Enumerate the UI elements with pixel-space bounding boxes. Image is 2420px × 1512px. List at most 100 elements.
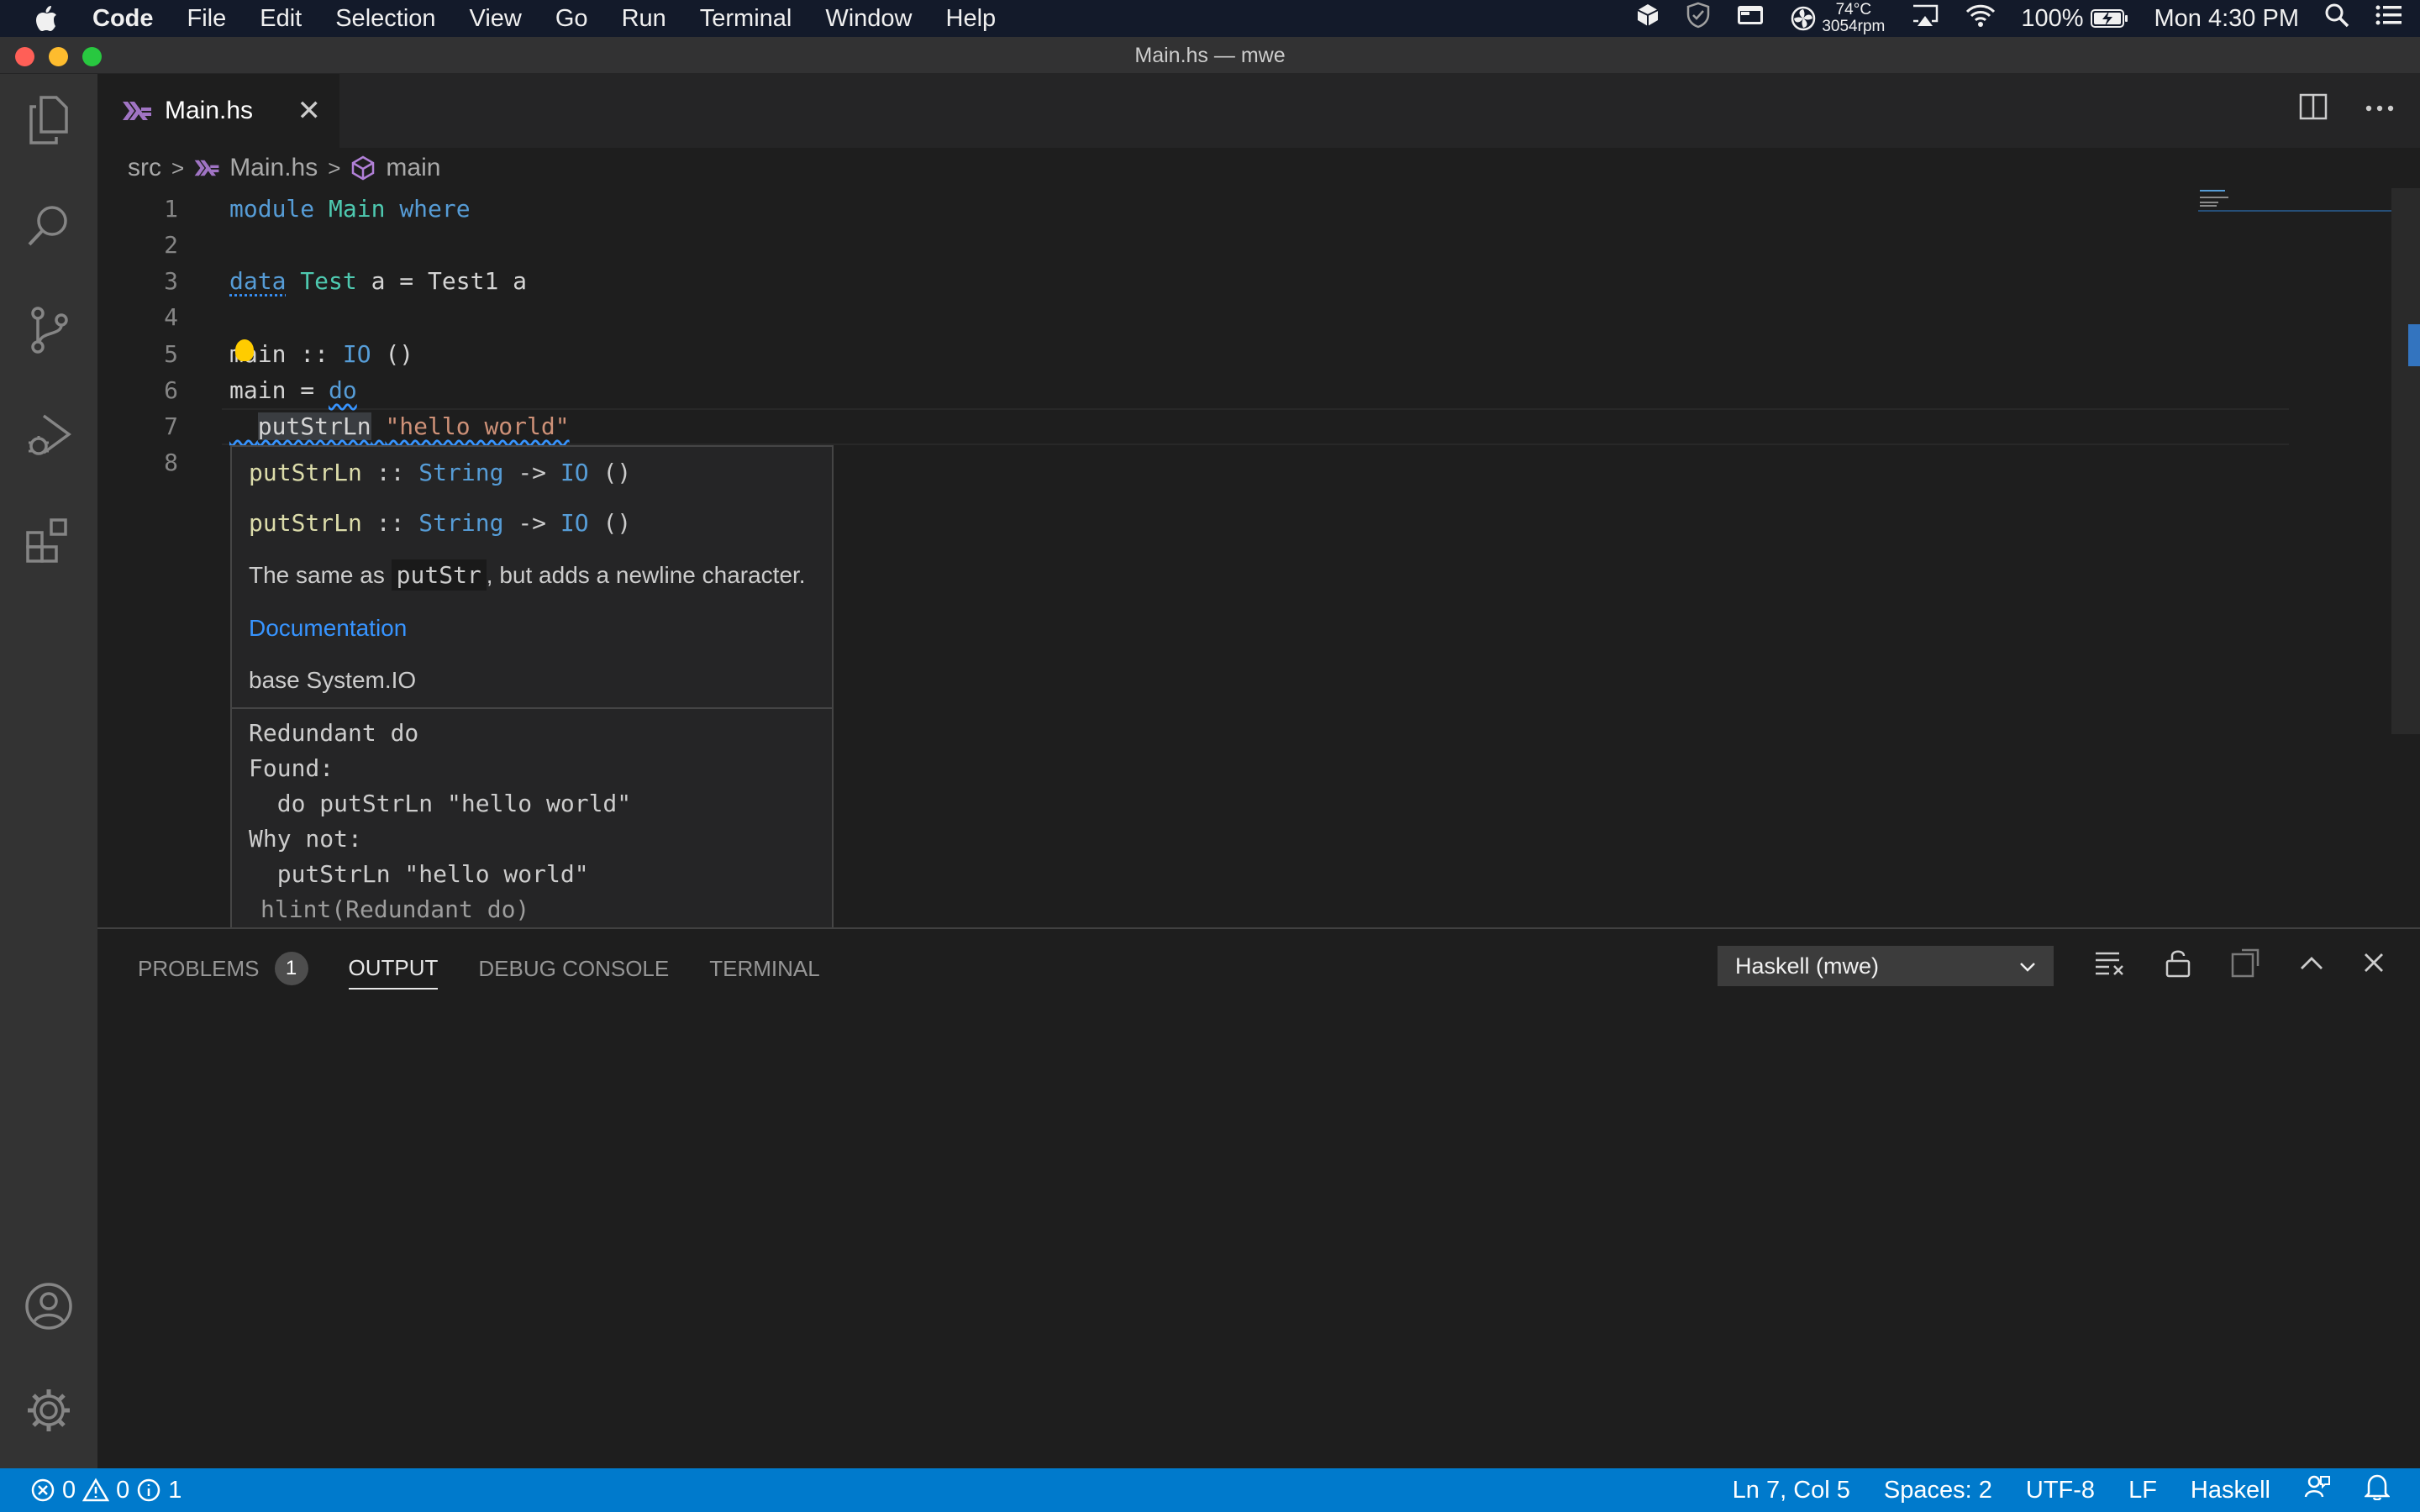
documentation-link[interactable]: Documentation <box>249 615 407 642</box>
desc-text: , but adds a newline character. <box>486 562 806 588</box>
split-editor-icon[interactable] <box>2299 92 2328 125</box>
token-text: a = Test1 a <box>371 267 528 295</box>
shield-status-icon[interactable] <box>1686 2 1711 35</box>
fan-icon <box>1791 6 1816 31</box>
desc-inline-code: putStr <box>391 559 487 591</box>
apple-icon[interactable] <box>0 4 92 33</box>
info-count: 1 <box>168 1476 182 1504</box>
symbol-module-icon <box>352 155 375 181</box>
breadcrumb-file[interactable]: Main.hs <box>229 154 318 182</box>
end-of-line[interactable]: LF <box>2128 1477 2157 1504</box>
run-debug-icon <box>29 414 71 455</box>
airplay-icon[interactable] <box>1910 3 1940 34</box>
code-line-1: module Main where <box>229 191 471 227</box>
tab-close-icon[interactable]: ✕ <box>297 94 322 128</box>
battery-percent: 100% <box>2021 4 2084 32</box>
extensions-button[interactable] <box>0 494 97 586</box>
sig-arrow: -> <box>518 459 547 486</box>
menu-file[interactable]: File <box>171 5 244 33</box>
sig-unit: () <box>602 509 632 537</box>
hover-module: base System.IO <box>249 667 417 693</box>
clock[interactable]: Mon 4:30 PM <box>2154 5 2299 33</box>
menu-app-code[interactable]: Code <box>92 5 171 33</box>
clear-output-icon[interactable] <box>2094 949 2126 980</box>
hover-divider <box>232 707 832 709</box>
language-mode[interactable]: Haskell <box>2191 1477 2270 1504</box>
menu-help[interactable]: Help <box>929 5 1013 33</box>
token-identifier: main <box>229 376 287 404</box>
sig-type: String <box>418 459 504 486</box>
tab-terminal[interactable]: TERMINAL <box>709 948 819 990</box>
hint-title: Redundant do <box>249 719 419 747</box>
problems-status[interactable]: 0 0 1 <box>30 1468 182 1512</box>
breadcrumb-folder[interactable]: src <box>128 154 161 182</box>
minimap[interactable] <box>2198 188 2391 222</box>
hint-why-code: putStrLn "hello world" <box>249 860 589 888</box>
search-button[interactable] <box>0 180 97 272</box>
close-panel-icon[interactable] <box>2363 952 2385 978</box>
output-channel-select[interactable]: Haskell (mwe) <box>1718 946 2054 986</box>
lightbulb-icon[interactable] <box>235 339 254 361</box>
spotlight-search-icon[interactable] <box>2324 3 2349 34</box>
sig-type: IO <box>560 459 589 486</box>
hover-tooltip: putStrLn :: String -> IO () putStrLn :: … <box>230 445 834 953</box>
menu-view[interactable]: View <box>453 5 539 33</box>
indentation[interactable]: Spaces: 2 <box>1884 1477 1992 1504</box>
menu-selection[interactable]: Selection <box>318 5 452 33</box>
window-status-icon[interactable] <box>1736 3 1765 34</box>
breadcrumb: src > Main.hs > main <box>128 148 440 188</box>
activity-bar <box>0 74 97 1468</box>
editor-scrollbar[interactable] <box>2391 188 2420 734</box>
tab-main-hs[interactable]: Main.hs ✕ <box>97 74 339 148</box>
tab-debug-console[interactable]: DEBUG CONSOLE <box>478 948 669 990</box>
tab-output[interactable]: OUTPUT <box>348 948 439 990</box>
notifications-bell-icon[interactable] <box>2363 1473 2391 1507</box>
fan-status[interactable]: 74°C 3054rpm <box>1790 2 1885 35</box>
menu-go[interactable]: Go <box>539 5 605 33</box>
tab-problems-label: PROBLEMS <box>138 955 260 981</box>
accounts-button[interactable] <box>0 1260 97 1352</box>
wifi-icon[interactable] <box>1965 3 1996 34</box>
explorer-button[interactable] <box>0 74 97 166</box>
manage-button[interactable] <box>0 1364 97 1457</box>
menu-window[interactable]: Window <box>808 5 929 33</box>
feedback-icon[interactable] <box>2304 1473 2331 1507</box>
sig-arrow: -> <box>518 509 547 537</box>
tab-problems[interactable]: PROBLEMS 1 <box>138 948 308 990</box>
hint-found-label: Found: <box>249 754 334 782</box>
code-line-5: main :: IO () <box>229 336 413 372</box>
battery-charging-icon <box>2090 9 2128 28</box>
error-icon <box>31 1478 55 1502</box>
account-icon <box>25 1283 72 1330</box>
token-keyword: where <box>399 195 471 223</box>
chevron-right-icon: > <box>328 155 341 181</box>
chevron-down-icon <box>2018 957 2038 983</box>
token-text: () <box>385 340 414 368</box>
hover-signature-detail: putStrLn :: String -> IO () <box>249 509 631 537</box>
tab-label: Main.hs <box>165 97 254 124</box>
warning-count: 0 <box>116 1476 130 1504</box>
open-log-icon[interactable] <box>2230 948 2260 982</box>
chevron-right-icon: > <box>171 155 185 181</box>
breadcrumb-symbol[interactable]: main <box>386 154 440 182</box>
line-number: 2 <box>164 231 178 259</box>
cursor-position[interactable]: Ln 7, Col 5 <box>1733 1477 1850 1504</box>
menu-terminal[interactable]: Terminal <box>683 5 809 33</box>
run-debug-button[interactable] <box>0 390 97 482</box>
token-function: putStrLn <box>257 412 371 440</box>
control-center-icon[interactable] <box>2375 3 2403 34</box>
haskell-file-icon <box>194 160 219 176</box>
menu-run[interactable]: Run <box>605 5 683 33</box>
unlock-icon[interactable] <box>2165 948 2191 982</box>
more-actions-icon[interactable] <box>2365 102 2395 117</box>
source-control-button[interactable] <box>0 284 97 376</box>
cube-status-icon[interactable] <box>1635 3 1660 34</box>
hint-why-label: Why not: <box>249 825 362 853</box>
menu-edit[interactable]: Edit <box>243 5 318 33</box>
maximize-panel-icon[interactable] <box>2299 954 2324 975</box>
encoding[interactable]: UTF-8 <box>2026 1477 2095 1504</box>
line-number: 3 <box>164 267 178 295</box>
token-operator: = <box>300 376 315 404</box>
battery-status[interactable]: 100% <box>2021 5 2128 33</box>
sig-operator: :: <box>376 459 405 486</box>
